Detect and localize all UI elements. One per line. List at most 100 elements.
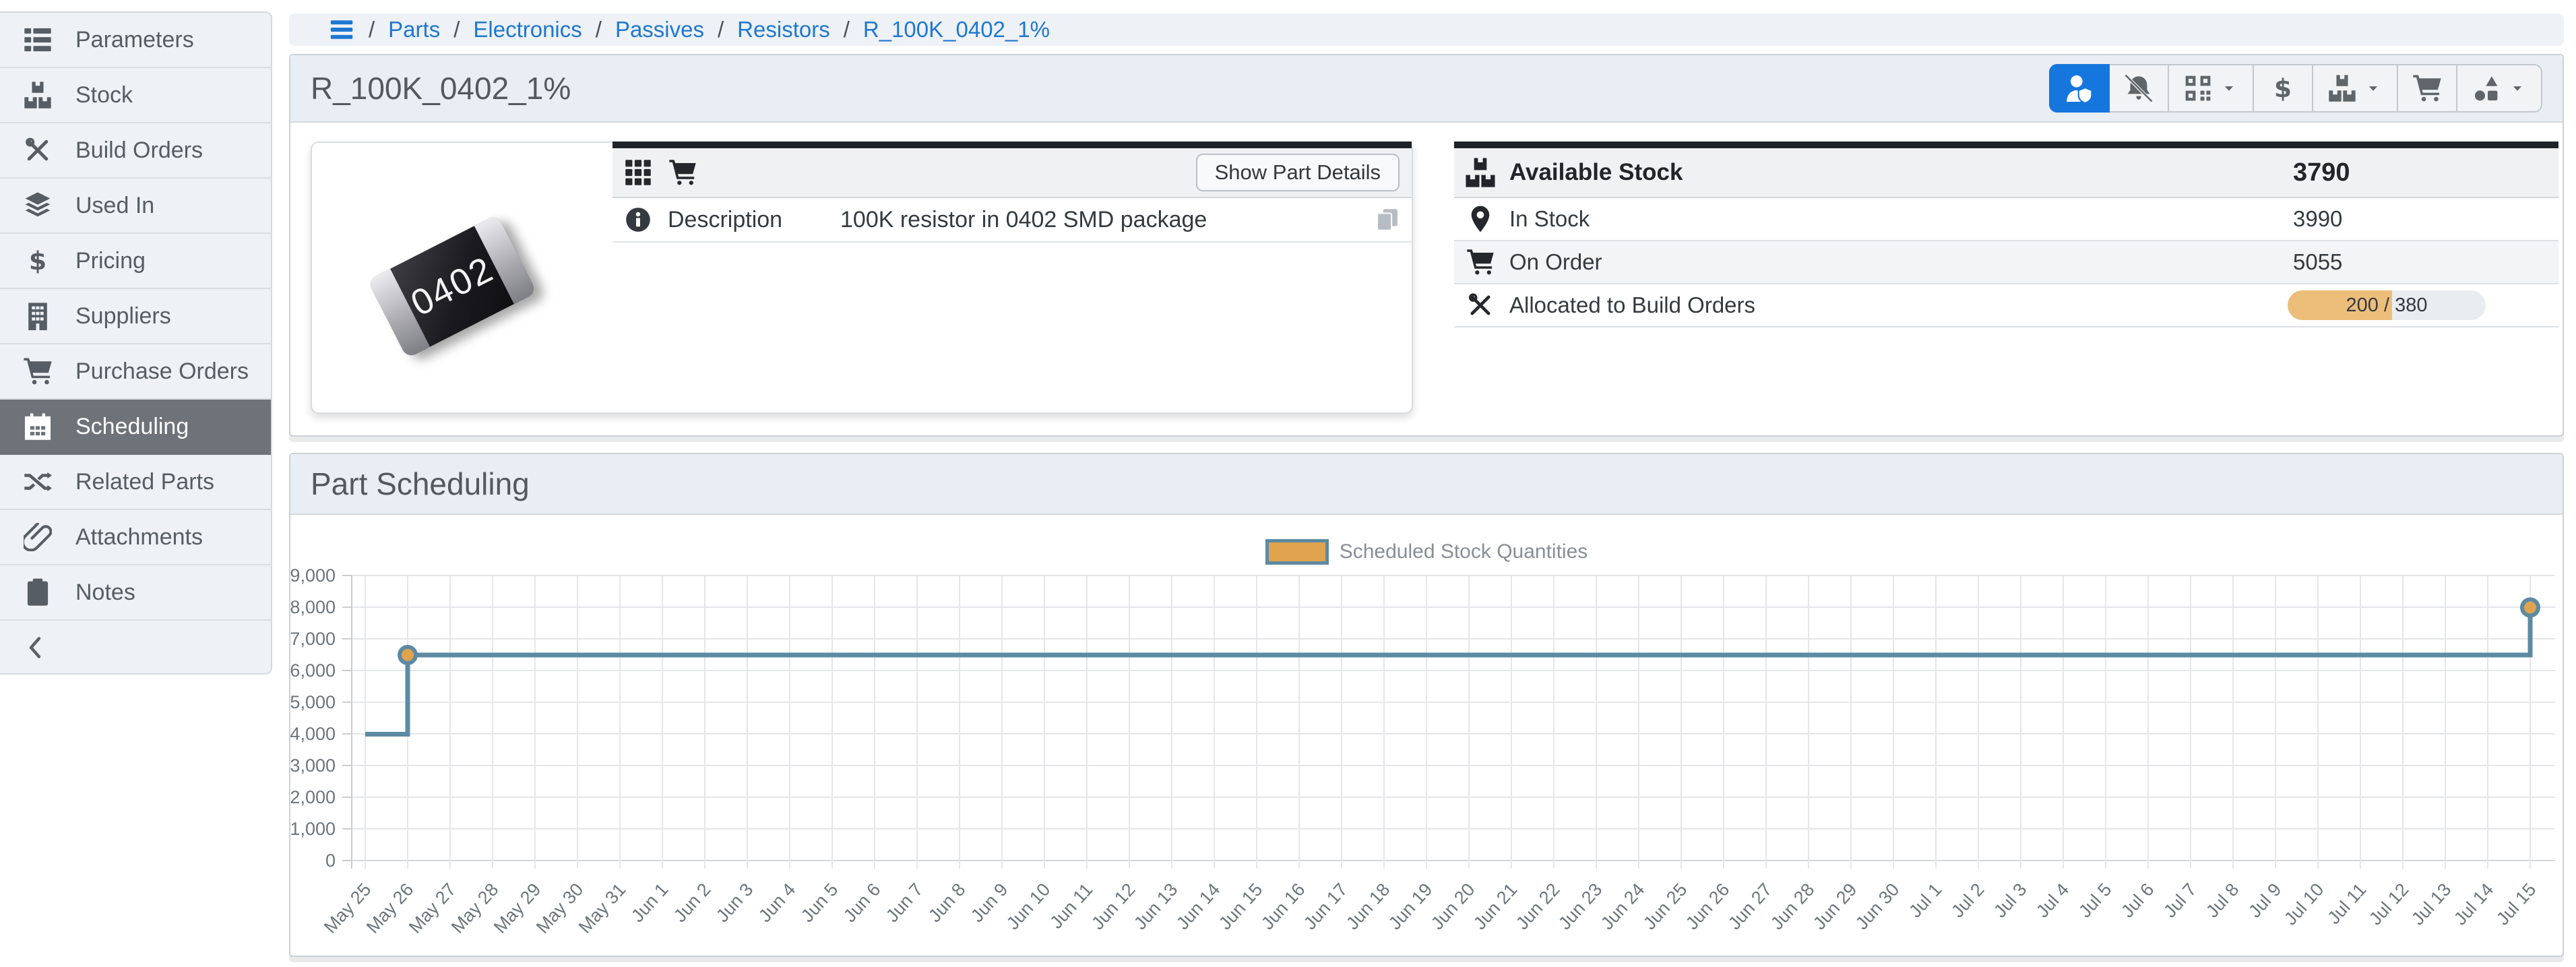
available-stock-title: Available Stock: [1509, 159, 1683, 186]
sidebar-item-label: Used In: [75, 193, 154, 219]
sidebar-item-scheduling[interactable]: Scheduling: [0, 400, 271, 455]
sidebar-item-related-parts[interactable]: Related Parts: [0, 455, 271, 510]
svg-text:Jun 16: Jun 16: [1257, 879, 1309, 933]
chart-legend: Scheduled Stock Quantities: [290, 539, 2563, 565]
scheduling-chart-svg: 01,0002,0003,0004,0005,0006,0007,0008,00…: [290, 567, 2563, 957]
breadcrumb-separator: /: [844, 17, 850, 42]
svg-text:9,000: 9,000: [290, 567, 336, 586]
svg-text:3,000: 3,000: [290, 755, 336, 776]
menu-icon[interactable]: [328, 16, 355, 43]
stock-row-label: In Stock: [1509, 206, 1590, 232]
svg-text:7,000: 7,000: [290, 629, 336, 649]
calendar-icon: [0, 412, 75, 441]
breadcrumb-link-r-100k-0402-1[interactable]: R_100K_0402_1%: [863, 17, 1050, 42]
sidebar-item-label: Stock: [75, 82, 133, 108]
caret-down-icon: [2220, 80, 2238, 97]
svg-text:Jun 18: Jun 18: [1342, 879, 1394, 933]
svg-text:$: $: [29, 247, 46, 275]
sidebar-item-notes[interactable]: Notes: [0, 565, 271, 621]
show-part-details-button[interactable]: Show Part Details: [1196, 154, 1400, 191]
part-image[interactable]: 0402: [367, 214, 536, 358]
info-icon: [625, 207, 652, 232]
order-button[interactable]: [2397, 64, 2457, 113]
svg-text:Jun 3: Jun 3: [712, 879, 757, 926]
svg-text:Jun 14: Jun 14: [1172, 879, 1224, 933]
svg-text:Jun 7: Jun 7: [882, 879, 926, 926]
sidebar-item-build-orders[interactable]: Build Orders: [0, 123, 271, 179]
chevron-left-icon: [23, 635, 47, 660]
scheduling-panel: Part Scheduling Scheduled Stock Quantiti…: [289, 453, 2564, 957]
sidebar-item-pricing[interactable]: $Pricing: [0, 234, 271, 289]
cart-icon: [2413, 74, 2441, 102]
svg-text:Jul 8: Jul 8: [2202, 879, 2242, 921]
cart-icon: [0, 357, 75, 385]
sidebar-item-used-in[interactable]: Used In: [0, 179, 271, 234]
sidebar-collapse-button[interactable]: [0, 621, 271, 675]
breadcrumb-link-parts[interactable]: Parts: [388, 17, 440, 42]
sidebar-item-purchase-orders[interactable]: Purchase Orders: [0, 344, 271, 400]
sidebar-item-stock[interactable]: Stock: [0, 68, 271, 123]
admin-view-button[interactable]: [2049, 64, 2110, 113]
svg-text:Jul 4: Jul 4: [2032, 879, 2073, 921]
breadcrumb: /Parts/Electronics/Passives/Resistors/R_…: [289, 13, 2564, 46]
pricing-button[interactable]: $: [2253, 64, 2313, 113]
boxes-icon: [2328, 74, 2356, 102]
layers-icon: [0, 191, 75, 220]
map-pin-icon: [1465, 206, 1496, 232]
legend-label: Scheduled Stock Quantities: [1340, 540, 1588, 563]
sidebar-item-parameters[interactable]: Parameters: [0, 13, 271, 68]
barcode-actions-button[interactable]: [2168, 64, 2254, 113]
breadcrumb-separator: /: [453, 17, 460, 42]
sidebar-item-label: Build Orders: [75, 137, 203, 164]
tools-icon: [0, 136, 75, 164]
caret-down-icon: [2509, 80, 2526, 97]
breadcrumb-link-resistors[interactable]: Resistors: [737, 17, 830, 42]
part-panel-header: R_100K_0402_1% $: [290, 55, 2563, 123]
svg-text:Jun 4: Jun 4: [755, 879, 799, 926]
dollar-icon: $: [2269, 74, 2297, 102]
unsubscribe-button[interactable]: [2108, 64, 2169, 113]
caret-down-icon: [2364, 80, 2382, 97]
breadcrumb-link-passives[interactable]: Passives: [615, 17, 704, 42]
svg-text:Jun 12: Jun 12: [1088, 879, 1139, 933]
svg-text:Jun 10: Jun 10: [1003, 879, 1055, 933]
svg-text:Jun 1: Jun 1: [627, 879, 672, 926]
copy-icon[interactable]: [1375, 208, 1400, 232]
shuffle-icon: [0, 468, 75, 496]
page-title: R_100K_0402_1%: [311, 70, 571, 106]
svg-text:Jul 12: Jul 12: [2365, 879, 2413, 929]
svg-text:Jun 30: Jun 30: [1852, 879, 1904, 933]
svg-text:Jun 6: Jun 6: [840, 879, 884, 926]
svg-text:Jul 11: Jul 11: [2323, 879, 2370, 928]
svg-text:May 26: May 26: [363, 879, 418, 937]
svg-text:Jun 25: Jun 25: [1639, 879, 1691, 933]
part-actions-button[interactable]: [2456, 64, 2542, 113]
part-details-table-header: Show Part Details: [612, 148, 1412, 198]
breadcrumb-separator: /: [369, 17, 375, 42]
scheduling-panel-header: Part Scheduling: [290, 454, 2563, 515]
svg-text:Jul 14: Jul 14: [2450, 879, 2498, 929]
svg-text:Jun 2: Jun 2: [670, 879, 714, 926]
sidebar: Parameters Stock Build Orders Used In $Prici…: [0, 11, 272, 675]
svg-text:Jun 13: Jun 13: [1130, 879, 1182, 933]
svg-text:May 27: May 27: [405, 879, 460, 937]
sidebar-item-attachments[interactable]: Attachments: [0, 510, 271, 565]
part-panel: R_100K_0402_1% $ 0402 Show Part Details …: [289, 54, 2564, 437]
building-icon: [0, 302, 75, 330]
stock-actions-button[interactable]: [2312, 64, 2398, 113]
svg-text:Jun 15: Jun 15: [1215, 879, 1267, 933]
svg-text:Jun 17: Jun 17: [1300, 879, 1352, 933]
boxes-icon: [0, 81, 75, 109]
svg-text:Jul 3: Jul 3: [1990, 879, 2030, 921]
svg-text:May 31: May 31: [575, 879, 630, 937]
svg-text:Jun 8: Jun 8: [924, 879, 969, 926]
svg-text:Jul 2: Jul 2: [1947, 879, 1988, 921]
th-list-icon: [0, 26, 75, 54]
breadcrumb-link-electronics[interactable]: Electronics: [473, 17, 582, 42]
stock-row-in-stock: In Stock 3990: [1454, 198, 2558, 241]
stock-row-value: 3990: [2293, 206, 2342, 232]
dollar-icon: $: [0, 247, 75, 275]
sidebar-item-suppliers[interactable]: Suppliers: [0, 289, 271, 344]
svg-text:May 28: May 28: [447, 879, 503, 937]
allocation-progress-text: 200 / 380: [2288, 290, 2486, 320]
